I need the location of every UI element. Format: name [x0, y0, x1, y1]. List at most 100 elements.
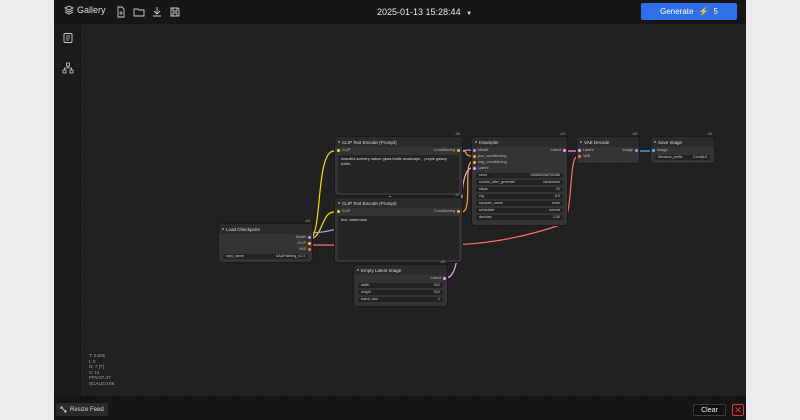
- node-header[interactable]: VAE Decode: [577, 137, 639, 147]
- widget-value: 512: [434, 283, 440, 287]
- node-header[interactable]: CLIP Text Encode (Prompt): [335, 198, 462, 208]
- widget-value: 156680208700286: [530, 173, 560, 177]
- widget-value: 1: [438, 297, 440, 301]
- widget-label: batch_size: [361, 297, 379, 301]
- output-conditioning-port[interactable]: [457, 210, 460, 213]
- widget-seed[interactable]: seed 156680208700286: [476, 173, 563, 178]
- node-id: #3: [560, 131, 565, 136]
- widget-denoise[interactable]: denoise 1.00: [476, 215, 563, 220]
- link-cond2-to-ksampler: [461, 161, 473, 213]
- output-model-port[interactable]: [308, 236, 311, 239]
- widget-value: normal: [549, 208, 560, 212]
- input-image-port[interactable]: [652, 149, 655, 152]
- resize-feed-label: Resize Feed: [70, 406, 104, 413]
- input-negative-port[interactable]: [473, 161, 476, 164]
- widget-label: control_after_generate: [479, 180, 516, 184]
- output-clip-port[interactable]: [308, 242, 311, 245]
- gallery-button[interactable]: Gallery: [64, 5, 106, 15]
- render-stats: T: 0.00s I: 0 N: 7 [7] V: 14 FPS:67.47 S…: [89, 353, 114, 386]
- widget-sampler-name[interactable]: sampler_name euler: [476, 201, 563, 206]
- node-header[interactable]: Empty Latent Image: [354, 265, 447, 275]
- node-id: #5: [440, 259, 445, 264]
- prompt-textarea[interactable]: beautiful scenery nature glass bottle la…: [338, 155, 459, 193]
- widget-ckpt-name[interactable]: ckpt_name AAAPainting_v1.3: [223, 254, 308, 259]
- widget-value: 20: [556, 187, 560, 191]
- close-icon[interactable]: ✕: [732, 404, 744, 416]
- node-clip-text-encode-positive[interactable]: CLIP Text Encode (Prompt) #6 CLIP Condit…: [335, 131, 462, 195]
- save-icon[interactable]: [169, 6, 181, 18]
- node-header[interactable]: Load Checkpoint: [219, 224, 312, 234]
- node-header[interactable]: Save Image: [651, 137, 714, 147]
- prompt-textarea[interactable]: text, watermark: [338, 216, 459, 260]
- node-library-icon[interactable]: [62, 62, 74, 74]
- port-label: Latent: [478, 166, 489, 170]
- resize-feed-button[interactable]: Resize Feed: [56, 403, 108, 416]
- link-cond1-to-ksampler: [461, 150, 473, 157]
- widget-filename-prefix[interactable]: filename_prefix ComfyUI: [655, 155, 710, 160]
- node-empty-latent-image[interactable]: Empty Latent Image #5 Latent width 512 he…: [354, 259, 447, 306]
- new-file-icon[interactable]: [115, 6, 127, 18]
- port-label: Model: [478, 148, 489, 152]
- generate-count: 5: [713, 7, 718, 16]
- input-latent-port[interactable]: [473, 167, 476, 170]
- widget-label: scheduler: [479, 208, 495, 212]
- widget-cfg[interactable]: cfg 8.0: [476, 194, 563, 199]
- stat-line: FPS:67.47: [89, 375, 111, 380]
- widget-width[interactable]: width 512: [358, 283, 443, 288]
- port-label: VAE: [583, 154, 591, 158]
- download-icon[interactable]: [151, 6, 163, 18]
- node-save-image[interactable]: Save Image #9 Image filename_prefix Comfy…: [651, 131, 714, 163]
- widget-scheduler[interactable]: scheduler normal: [476, 208, 563, 213]
- node-clip-text-encode-negative[interactable]: CLIP Text Encode (Prompt) #7 CLIP Condit…: [335, 192, 462, 262]
- node-load-checkpoint[interactable]: Load Checkpoint #4 Model CLIP VAE ckpt_n…: [219, 218, 312, 262]
- input-clip-port[interactable]: [337, 210, 340, 213]
- clear-label: Clear: [701, 406, 718, 414]
- widget-steps[interactable]: steps 20: [476, 187, 563, 192]
- node-id: #7: [455, 192, 460, 197]
- node-title: CLIP Text Encode (Prompt): [342, 200, 397, 206]
- widget-control-after-generate[interactable]: control_after_generate randomize: [476, 180, 563, 185]
- generate-button[interactable]: Generate ⚡ 5: [641, 3, 737, 20]
- timestamp-label: 2025-01-13 15:28:44: [377, 7, 461, 17]
- sidebar: [54, 24, 83, 396]
- port-label: CLIP: [342, 209, 351, 213]
- port-label: VAE: [298, 247, 306, 251]
- widget-height[interactable]: height 512: [358, 290, 443, 295]
- node-title: KSampler: [479, 139, 499, 145]
- widget-label: width: [361, 283, 370, 287]
- output-latent-port[interactable]: [563, 149, 566, 152]
- bolt-icon: ⚡: [698, 7, 709, 16]
- node-ksampler[interactable]: KSampler #3 Model pos_conditioning neg_c…: [472, 131, 567, 225]
- node-header[interactable]: CLIP Text Encode (Prompt): [335, 137, 462, 147]
- input-clip-port[interactable]: [337, 149, 340, 152]
- graph-canvas[interactable]: CLIP Text Encode (Prompt) #6 CLIP Condit…: [83, 24, 746, 396]
- port-label: Conditioning: [433, 148, 455, 152]
- port-label: CLIP: [342, 148, 351, 152]
- port-label: Conditioning: [433, 209, 455, 213]
- open-folder-icon[interactable]: [133, 6, 145, 18]
- output-latent-port[interactable]: [443, 277, 446, 280]
- port-label: Latent: [583, 148, 594, 152]
- node-header[interactable]: KSampler: [472, 137, 567, 147]
- bottom-bar: Resize Feed Clear ✕: [54, 396, 746, 420]
- widget-batch-size[interactable]: batch_size 1: [358, 297, 443, 302]
- output-vae-port[interactable]: [308, 248, 311, 251]
- output-image-port[interactable]: [635, 149, 638, 152]
- caret-down-icon: ▼: [466, 11, 473, 17]
- queue-icon[interactable]: [62, 32, 74, 44]
- output-conditioning-port[interactable]: [457, 149, 460, 152]
- input-latent-port[interactable]: [578, 149, 581, 152]
- node-vae-decode[interactable]: VAE Decode #8 Latent VAE Image: [577, 131, 639, 163]
- generate-label: Generate: [660, 7, 694, 16]
- gallery-icon: [64, 5, 74, 15]
- widget-value: randomize: [543, 180, 560, 184]
- input-model-port[interactable]: [473, 149, 476, 152]
- input-positive-port[interactable]: [473, 155, 476, 158]
- port-label: Model: [295, 235, 306, 239]
- workflow-timestamp-dropdown[interactable]: 2025-01-13 15:28:44 ▼: [377, 7, 472, 17]
- node-id: #8: [632, 131, 637, 136]
- input-vae-port[interactable]: [578, 155, 581, 158]
- port-label: CLIP: [297, 241, 306, 245]
- clear-button[interactable]: Clear: [693, 404, 726, 416]
- widget-label: steps: [479, 187, 488, 191]
